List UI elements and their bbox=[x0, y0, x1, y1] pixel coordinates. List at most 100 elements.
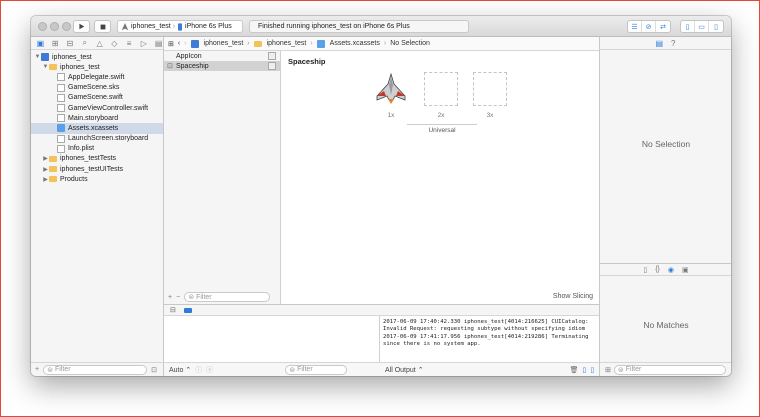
disclosure-closed-icon[interactable]: ▶ bbox=[42, 155, 49, 162]
navigator-item-label: iphones_testTests bbox=[60, 155, 117, 163]
navigator-item[interactable]: LaunchScreen.storyboard bbox=[31, 134, 163, 144]
debug-navigator-icon[interactable]: ≡ bbox=[125, 39, 134, 48]
recent-files-icon[interactable]: ⊡ bbox=[151, 366, 157, 374]
disclosure-open-icon[interactable]: ▼ bbox=[34, 54, 41, 60]
code-snippet-library-icon[interactable]: {} bbox=[655, 266, 660, 273]
navigator-item[interactable]: Main.storyboard bbox=[31, 113, 163, 123]
issue-navigator-icon[interactable]: △ bbox=[95, 39, 104, 48]
navigator-item[interactable]: ▶ Products bbox=[31, 174, 163, 184]
zoom-window-button[interactable] bbox=[62, 22, 71, 31]
navigator-item[interactable]: ▼ iphones_test bbox=[31, 52, 163, 62]
stop-button[interactable] bbox=[94, 20, 111, 33]
navigator-item[interactable]: ▼ iphones_test bbox=[31, 62, 163, 72]
console-line: 2017-06-09 17:41:17.956 iphones_test[401… bbox=[383, 333, 589, 340]
navigator-item[interactable]: GameScene.sks bbox=[31, 83, 163, 93]
toggle-navigator-icon[interactable]: ▯ bbox=[681, 21, 695, 32]
variables-filter-field[interactable]: ⊜ Filter bbox=[285, 364, 348, 375]
remove-asset-icon[interactable]: − bbox=[176, 294, 180, 301]
related-items-icon[interactable]: ⊞ bbox=[168, 40, 174, 48]
output-selector[interactable]: All Output ⌃ bbox=[385, 366, 424, 374]
navigator-item-label: iphones_test bbox=[52, 53, 92, 61]
navigator-item[interactable]: GameScene.swift bbox=[31, 93, 163, 103]
report-navigator-icon[interactable]: ▤ bbox=[154, 39, 163, 48]
asset-item-appicon[interactable]: AppIcon bbox=[164, 51, 280, 61]
breadcrumb-project[interactable]: iphones_test bbox=[190, 39, 244, 48]
slot-2x-label: 2x bbox=[437, 112, 445, 119]
symbol-navigator-icon[interactable]: ⊟ bbox=[66, 39, 75, 48]
folder-navigator-icon[interactable]: ▣ bbox=[36, 39, 45, 48]
trash-icon[interactable]: 🗑 bbox=[570, 366, 579, 374]
version-editor-icon[interactable]: ⇄ bbox=[656, 21, 670, 32]
navigator-item-label: GameScene.swift bbox=[68, 94, 123, 102]
source-control-icon[interactable]: ⊞ bbox=[51, 39, 60, 48]
slot-2x-dropzone[interactable] bbox=[424, 72, 458, 106]
search-navigator-icon[interactable]: ⌕ bbox=[80, 38, 89, 48]
navigator-item-label: AppDelegate.swift bbox=[68, 73, 125, 81]
slot-1x-image[interactable] bbox=[374, 72, 408, 106]
asset-filter-field[interactable]: ⊜ Filter bbox=[184, 292, 271, 302]
asset-list: AppIcon ⊡ Spaceship + − ⊜ Filter bbox=[164, 51, 281, 304]
no-matches-message: No Matches bbox=[643, 320, 689, 330]
breadcrumb-group[interactable]: iphones_test bbox=[253, 40, 306, 47]
minimize-window-button[interactable] bbox=[50, 22, 59, 31]
back-icon[interactable]: ‹ bbox=[178, 40, 180, 47]
show-slicing-button[interactable]: Show Slicing bbox=[553, 293, 593, 300]
variables-footer: Auto ⌃ ⓘ ⓔ ⊜ Filter bbox=[164, 362, 380, 376]
object-library-icon[interactable]: ◉ bbox=[668, 266, 674, 274]
folder-icon bbox=[49, 176, 57, 183]
toggle-inspector-icon[interactable]: ▯ bbox=[709, 21, 723, 32]
print-description-icon[interactable]: ⓔ bbox=[206, 365, 213, 375]
breadcrumb-assets[interactable]: Assets.xcassets bbox=[316, 39, 380, 48]
breadcrumb-label: iphones_test bbox=[203, 40, 244, 47]
disclosure-open-icon[interactable]: ▼ bbox=[42, 64, 49, 70]
standard-editor-icon[interactable]: ☰ bbox=[628, 21, 642, 32]
add-asset-icon[interactable]: + bbox=[168, 294, 172, 301]
split-right-icon[interactable]: ▯ bbox=[590, 366, 594, 374]
split-left-icon[interactable]: ▯ bbox=[582, 366, 586, 374]
file-inspector-icon[interactable]: ▤ bbox=[655, 39, 663, 48]
navigator-item-label: Info.plist bbox=[68, 145, 95, 153]
test-navigator-icon[interactable]: ◇ bbox=[110, 39, 119, 48]
toggle-debug-area-icon[interactable]: ▭ bbox=[695, 21, 709, 32]
navigator-item[interactable]: Info.plist bbox=[31, 144, 163, 154]
navigator-filter-field[interactable]: ⊜ Filter bbox=[43, 364, 148, 375]
file-template-library-icon[interactable]: ▯ bbox=[643, 266, 647, 274]
breakpoints-toggle-icon[interactable] bbox=[183, 307, 192, 313]
quick-help-icon[interactable]: ? bbox=[671, 39, 675, 48]
hide-debug-area-icon[interactable]: ⊟ bbox=[170, 306, 176, 314]
close-window-button[interactable] bbox=[38, 22, 47, 31]
navigator-item[interactable]: AppDelegate.swift bbox=[31, 72, 163, 82]
jump-bar: ⊞ ‹ › iphones_test › iphones_test › Asse… bbox=[164, 37, 599, 51]
quick-look-icon[interactable]: ⓘ bbox=[195, 365, 202, 375]
disclosure-closed-icon[interactable]: ▶ bbox=[42, 176, 49, 183]
media-library-icon[interactable]: ▣ bbox=[682, 266, 689, 274]
file-icon bbox=[57, 144, 65, 153]
scheme-separator-icon: › bbox=[172, 23, 176, 30]
asset-canvas: Spaceship 1x 2x 3x Universal Show Slicin… bbox=[281, 51, 599, 304]
navigator-item[interactable]: Assets.xcassets bbox=[31, 123, 163, 134]
variables-filter-placeholder: Filter bbox=[297, 366, 313, 373]
file-icon bbox=[57, 73, 65, 82]
add-file-icon[interactable]: + bbox=[35, 366, 39, 373]
run-button[interactable] bbox=[73, 20, 90, 33]
status-text: Finished running iphones_test on iPhone … bbox=[258, 23, 410, 30]
breadcrumb-selection[interactable]: No Selection bbox=[390, 40, 430, 47]
forward-icon[interactable]: › bbox=[184, 40, 186, 47]
scheme-selector[interactable]: iphones_test › iPhone 6s Plus bbox=[117, 20, 243, 33]
assistant-editor-icon[interactable]: ⊘ bbox=[642, 21, 656, 32]
grid-view-icon[interactable]: ⊞ bbox=[605, 366, 611, 374]
slot-3x-dropzone[interactable] bbox=[473, 72, 507, 106]
navigator-item[interactable]: ▶ iphones_testTests bbox=[31, 154, 163, 164]
navigator-item[interactable]: GameViewController.swift bbox=[31, 103, 163, 113]
file-icon bbox=[57, 114, 65, 123]
auto-scope-selector[interactable]: Auto ⌃ bbox=[169, 366, 191, 374]
activity-status: Finished running iphones_test on iPhone … bbox=[249, 20, 469, 33]
navigator-item[interactable]: ▶ iphones_testUITests bbox=[31, 164, 163, 174]
spaceship-image-icon bbox=[376, 72, 406, 104]
disclosure-closed-icon[interactable]: ▶ bbox=[42, 166, 49, 173]
asset-item-spaceship[interactable]: ⊡ Spaceship bbox=[164, 61, 280, 71]
breakpoint-navigator-icon[interactable]: ▷ bbox=[139, 39, 148, 48]
library-filter-field[interactable]: ⊜ Filter bbox=[613, 364, 726, 375]
filter-icon: ⊜ bbox=[47, 366, 53, 374]
debug-bar: ⊟ bbox=[164, 304, 599, 316]
